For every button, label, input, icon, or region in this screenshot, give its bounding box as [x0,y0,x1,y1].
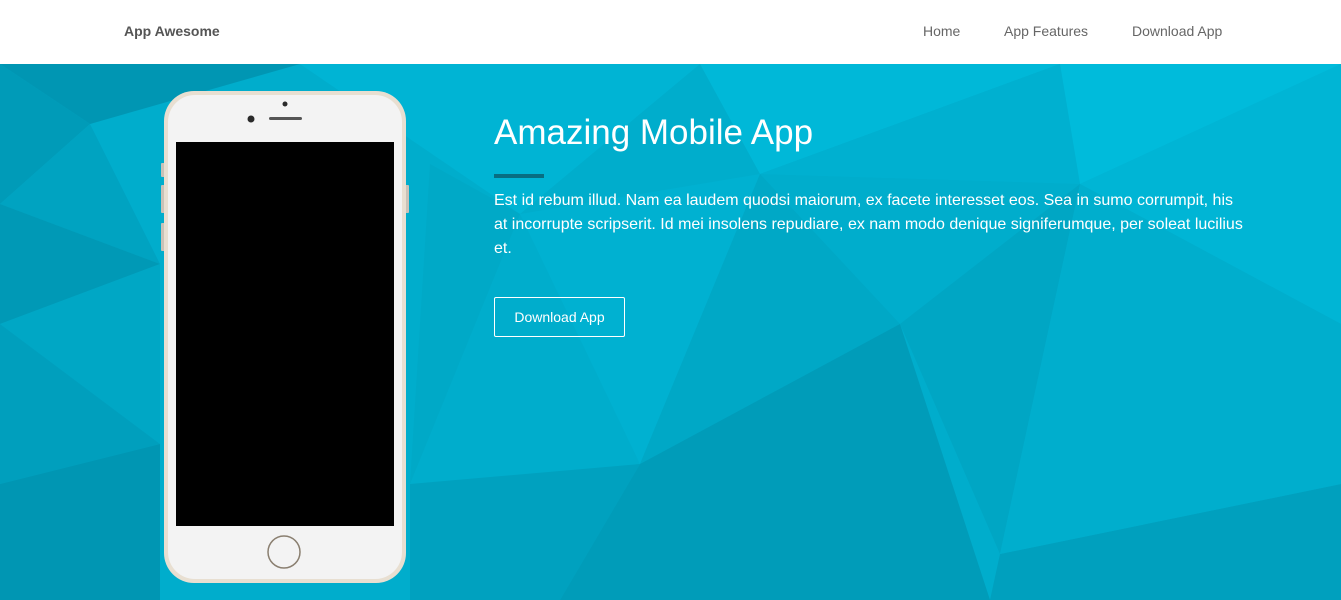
hero-title: Amazing Mobile App [494,113,814,152]
download-app-button[interactable]: Download App [494,297,625,337]
phone-mockup [161,91,409,583]
hero-section: Amazing Mobile App Est id rebum illud. N… [0,64,1341,600]
phone-camera [247,115,255,123]
title-underline [494,174,544,178]
phone-sensor [282,101,288,107]
phone-home-button [267,535,301,569]
nav-link-download-app[interactable]: Download App [1132,23,1222,39]
hero-description: Est id rebum illud. Nam ea laudem quodsi… [494,192,1243,257]
phone-screen [176,142,394,526]
navbar: App Awesome Home App Features Download A… [0,0,1341,64]
nav-link-app-features[interactable]: App Features [1004,23,1088,39]
phone-speaker [269,117,302,120]
brand-link[interactable]: App Awesome [124,23,220,39]
nav-link-home[interactable]: Home [923,23,960,39]
